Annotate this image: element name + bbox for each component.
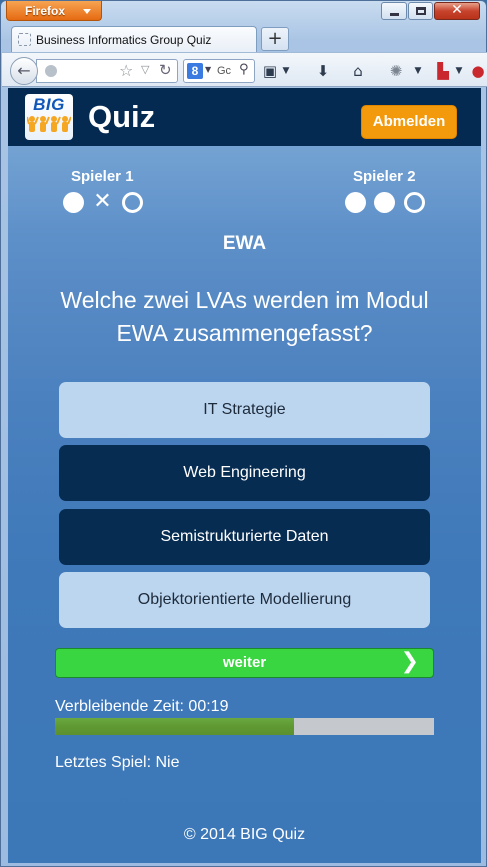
result-correct-dot: [345, 192, 366, 213]
search-icon[interactable]: ⚲: [239, 62, 249, 77]
answer-option-3[interactable]: Semistrukturierte Daten: [59, 509, 430, 565]
firefox-menu-label: Firefox: [25, 4, 66, 18]
next-button[interactable]: weiter ❯: [55, 648, 434, 678]
pdf-dropdown-icon[interactable]: ▼: [454, 60, 464, 82]
minimize-button[interactable]: [381, 2, 407, 20]
answer-option-2[interactable]: Web Engineering: [59, 445, 430, 501]
adblock-icon[interactable]: ●: [470, 60, 486, 82]
last-game-text: Letztes Spiel: Nie: [55, 754, 180, 771]
bookmarks-dropdown-icon[interactable]: ▼: [280, 60, 292, 82]
result-open-dot: [404, 192, 425, 213]
answer-option-4[interactable]: Objektorientierte Modellierung: [59, 572, 430, 628]
people-figures-icon: [27, 116, 71, 132]
tab-business-informatics-quiz[interactable]: Business Informatics Group Quiz: [11, 26, 257, 52]
logout-button[interactable]: Abmelden: [361, 105, 457, 139]
tab-title: Business Informatics Group Quiz: [36, 33, 212, 47]
navigation-toolbar: ☆ ▽ ↻ ← 8 ▼ Gc ⚲ ▣ ▼ ⬇ ⌂ ✺ ▼ ▙ ▼ ●: [2, 52, 487, 87]
logo-text: BIG: [33, 95, 65, 114]
url-bar[interactable]: ☆ ▽ ↻: [36, 59, 178, 83]
minimize-icon: [390, 13, 399, 16]
download-icon[interactable]: ⬇: [313, 60, 333, 82]
chevron-right-icon: ❯: [400, 649, 419, 674]
firefox-menu-button[interactable]: Firefox: [6, 1, 102, 21]
globe-icon: [45, 65, 57, 77]
firebug-dropdown-icon[interactable]: ▼: [412, 60, 424, 82]
remaining-time-label: Verbleibende Zeit: 00:19: [55, 698, 229, 715]
timer-progress-bar: [55, 718, 434, 735]
page-viewport: BIG Quiz Abmelden Spieler 1 ✕ Spieler 2 …: [8, 88, 481, 863]
bookmarks-icon[interactable]: ▣: [260, 60, 280, 82]
browser-window: Firefox ✕ Business Informatics Group Qui…: [0, 0, 487, 867]
question-category: EWA: [222, 233, 267, 254]
back-button[interactable]: ←: [10, 57, 38, 85]
result-open-dot: [122, 192, 143, 213]
url-history-dropdown-icon[interactable]: ▽: [141, 63, 149, 76]
question-text: Welche zwei LVAs werden im Modul EWA zus…: [60, 287, 429, 346]
player-1-name: Spieler 1: [71, 168, 134, 185]
footer-copyright: © 2014 BIG Quiz: [183, 826, 306, 843]
search-engine-dropdown-icon[interactable]: ▼: [205, 65, 211, 74]
result-wrong-icon: ✕: [93, 189, 112, 214]
chevron-down-icon: [83, 9, 91, 14]
bookmark-star-icon[interactable]: ☆: [119, 61, 133, 80]
answer-option-1[interactable]: IT Strategie: [59, 382, 430, 438]
search-placeholder: Gc: [217, 65, 232, 77]
big-logo: BIG: [25, 94, 73, 140]
timer-progress-fill: [55, 718, 294, 735]
player-2-name: Spieler 2: [353, 168, 416, 185]
result-correct-dot: [374, 192, 395, 213]
pdf-icon[interactable]: ▙: [434, 60, 452, 82]
close-icon: ✕: [451, 2, 463, 18]
page-favicon-icon: [18, 33, 31, 46]
next-button-label: weiter: [222, 654, 267, 671]
app-title: Quiz: [88, 99, 156, 134]
app-header: BIG Quiz Abmelden: [8, 88, 481, 146]
firebug-icon[interactable]: ✺: [385, 60, 407, 82]
reload-icon[interactable]: ↻: [159, 61, 172, 79]
result-correct-dot: [63, 192, 84, 213]
arrow-left-icon: ←: [17, 61, 31, 80]
new-tab-button[interactable]: +: [261, 27, 289, 51]
title-bar: Firefox ✕: [1, 1, 487, 23]
maximize-button[interactable]: [408, 2, 433, 20]
search-bar[interactable]: 8 ▼ Gc ⚲: [183, 59, 255, 83]
search-engine-icon[interactable]: 8: [187, 63, 203, 79]
maximize-icon: [416, 7, 426, 15]
close-window-button[interactable]: ✕: [434, 2, 480, 20]
home-icon[interactable]: ⌂: [348, 60, 368, 82]
